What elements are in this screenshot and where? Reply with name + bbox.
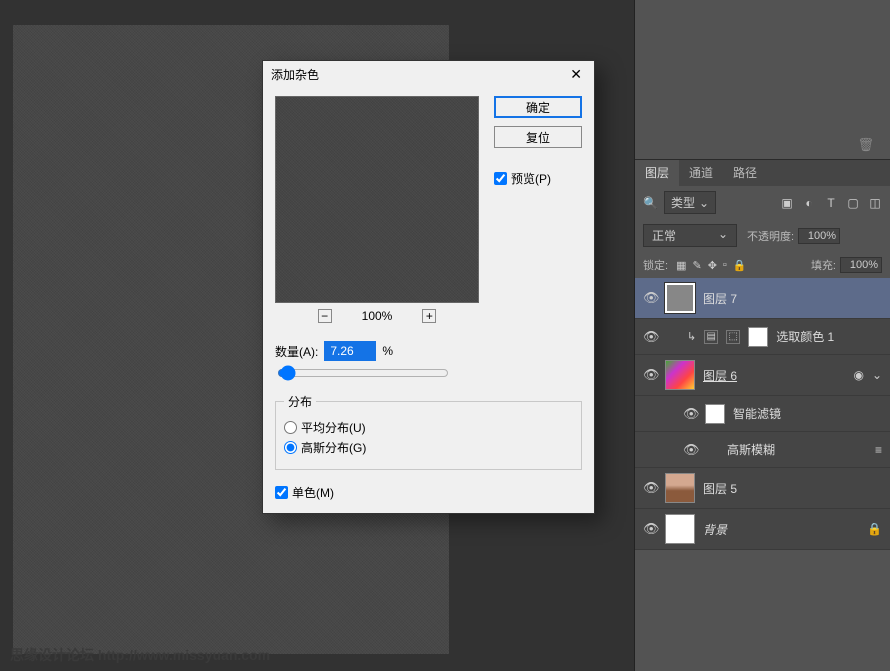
search-icon[interactable]: 🔍 (643, 196, 658, 210)
amount-pct: % (382, 344, 393, 358)
lock-all-icon[interactable]: 🔒 (733, 259, 747, 272)
visibility-icon[interactable]: 👁 (643, 480, 657, 496)
clip-icon: ↳ (687, 330, 696, 343)
zoom-level: 100% (362, 309, 393, 323)
mono-label: 单色(M) (292, 484, 334, 501)
uniform-radio-row[interactable]: 平均分布(U) (284, 419, 573, 436)
amount-label: 数量(A): (275, 343, 318, 360)
gaussian-radio[interactable] (284, 441, 297, 454)
mask-thumb[interactable] (748, 327, 768, 347)
layer-row-smart-filters[interactable]: 👁 智能滤镜 (635, 396, 890, 432)
layer-label: 选取颜色 1 (776, 328, 882, 345)
chevron-down-icon[interactable]: ⌄ (872, 368, 882, 382)
dialog-title: 添加杂色 (271, 66, 319, 83)
layer-label: 智能滤镜 (733, 405, 882, 422)
layer-thumb[interactable] (665, 283, 695, 313)
chevron-down-icon: ⌄ (718, 227, 728, 244)
visibility-icon[interactable]: 👁 (643, 290, 657, 306)
add-noise-dialog: 添加杂色 ✕ − 100% + 确定 复位 预览(P) 数量(A): % 分布 (262, 60, 595, 514)
gaussian-radio-row[interactable]: 高斯分布(G) (284, 439, 573, 456)
zoom-out-button[interactable]: − (318, 309, 332, 323)
layer-label: 图层 7 (703, 290, 882, 307)
watermark: 思缘设计论坛 http://www.missyuan.com (10, 645, 270, 665)
fill-label: 填充: (811, 257, 836, 273)
distribution-group: 分布 平均分布(U) 高斯分布(G) (275, 393, 582, 470)
panel-tabs: 图层 通道 路径 (635, 160, 890, 186)
zoom-in-button[interactable]: + (422, 309, 436, 323)
filter-type-dropdown[interactable]: 类型⌄ (664, 191, 716, 214)
dialog-titlebar: 添加杂色 ✕ (263, 61, 594, 88)
chevron-down-icon: ⌄ (699, 196, 709, 210)
filter-text-icon[interactable]: T (824, 196, 838, 210)
visibility-icon[interactable]: 👁 (643, 367, 657, 383)
layer-row-7[interactable]: 👁 图层 7 (635, 278, 890, 319)
mono-checkbox-row[interactable]: 单色(M) (275, 484, 582, 501)
filter-image-icon[interactable]: ▣ (780, 196, 794, 210)
adjustment-icon: ▤ (704, 330, 718, 344)
distribution-legend: 分布 (284, 393, 316, 410)
amount-slider[interactable] (277, 365, 449, 381)
filter-adjust-icon[interactable]: ◐ (802, 196, 816, 210)
smart-object-icon[interactable]: ◉ (853, 368, 863, 382)
fill-input[interactable] (840, 257, 882, 273)
upper-panel-area: 🗑 (635, 0, 890, 160)
layer-label: 图层 5 (703, 480, 882, 497)
gaussian-label: 高斯分布(G) (301, 439, 366, 456)
filter-smart-icon[interactable]: ◫ (868, 196, 882, 210)
preview-checkbox[interactable] (494, 172, 507, 185)
layer-label: 高斯模糊 (727, 441, 867, 458)
preview-checkbox-row[interactable]: 预览(P) (494, 170, 582, 187)
layer-thumb[interactable] (665, 473, 695, 503)
lock-pixels-icon[interactable]: ▦ (676, 259, 686, 272)
lock-icon[interactable]: 🔒 (867, 522, 882, 536)
layer-row-5[interactable]: 👁 图层 5 (635, 468, 890, 509)
lock-move-icon[interactable]: ✥ (708, 259, 717, 272)
mono-checkbox[interactable] (275, 486, 288, 499)
noise-preview[interactable] (275, 96, 479, 303)
layers-list: 👁 图层 7 👁 ↳ ▤ ⬚ 选取颜色 1 👁 图层 6 ◉ ⌄ 👁 智能滤镜 … (635, 278, 890, 550)
amount-input[interactable] (324, 341, 376, 361)
visibility-icon[interactable]: 👁 (643, 521, 657, 537)
visibility-icon[interactable]: 👁 (683, 406, 697, 422)
layer-thumb[interactable] (665, 360, 695, 390)
layer-label: 背景 (703, 521, 859, 538)
layer-label: 图层 6 (703, 367, 845, 384)
uniform-radio[interactable] (284, 421, 297, 434)
layer-row-gaussian-blur[interactable]: 👁 高斯模糊 ≡ (635, 432, 890, 468)
ok-button[interactable]: 确定 (494, 96, 582, 118)
tab-channels[interactable]: 通道 (679, 160, 723, 186)
blend-mode-dropdown[interactable]: 正常⌄ (643, 224, 737, 247)
uniform-label: 平均分布(U) (301, 419, 366, 436)
reset-button[interactable]: 复位 (494, 126, 582, 148)
filter-shape-icon[interactable]: ▢ (846, 196, 860, 210)
layer-row-background[interactable]: 👁 背景 🔒 (635, 509, 890, 550)
visibility-icon[interactable]: 👁 (683, 442, 697, 458)
filter-options-icon[interactable]: ≡ (875, 443, 882, 457)
trash-icon[interactable]: 🗑 (857, 137, 874, 153)
layer-row-selective-color[interactable]: 👁 ↳ ▤ ⬚ 选取颜色 1 (635, 319, 890, 355)
right-panel: 🗑 图层 通道 路径 🔍 类型⌄ ▣ ◐ T ▢ ◫ 正常⌄ 不透明度: 锁定:… (634, 0, 890, 671)
lock-artboard-icon[interactable]: ▫ (723, 259, 727, 272)
lock-label: 锁定: (643, 257, 668, 273)
filter-mask-thumb[interactable] (705, 404, 725, 424)
opacity-label: 不透明度: (747, 228, 794, 244)
layer-row-6[interactable]: 👁 图层 6 ◉ ⌄ (635, 355, 890, 396)
close-icon[interactable]: ✕ (566, 66, 586, 83)
tab-layers[interactable]: 图层 (635, 160, 679, 186)
opacity-input[interactable] (798, 228, 840, 244)
tab-paths[interactable]: 路径 (723, 160, 767, 186)
layer-thumb[interactable] (665, 514, 695, 544)
visibility-icon[interactable]: 👁 (643, 329, 657, 345)
preview-label: 预览(P) (511, 170, 551, 187)
lock-brush-icon[interactable]: ✎ (692, 259, 701, 272)
link-icon[interactable]: ⬚ (726, 330, 740, 344)
